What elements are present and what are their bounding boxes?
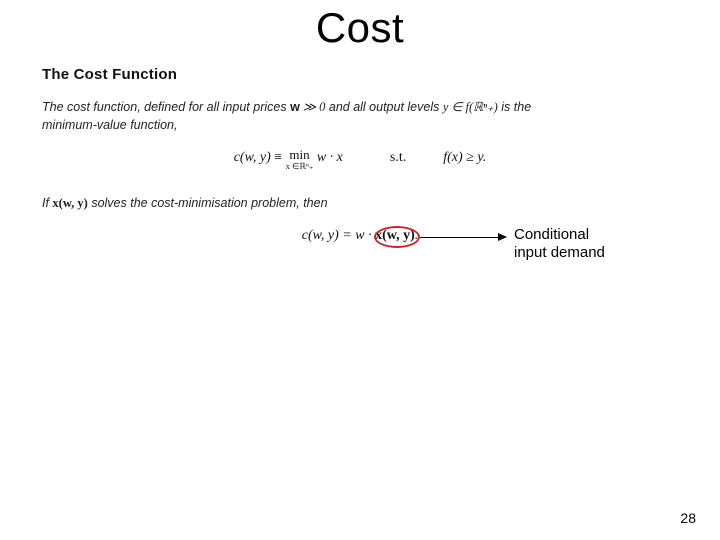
text-fragment: is the — [501, 100, 531, 114]
math-yin: y ∈ f — [443, 100, 469, 114]
math-Rn: (ℝⁿ₊) — [469, 100, 498, 114]
eq-mid: w · x — [317, 150, 343, 165]
arrow-line — [420, 237, 500, 238]
eq2-rhs-a: w · — [355, 228, 375, 243]
text-fragment: If — [42, 196, 52, 210]
eq-st: s.t. — [390, 150, 406, 165]
intro-text-line1: The cost function, defined for all input… — [42, 98, 682, 116]
eq2-rhs-c: . — [415, 228, 419, 243]
equation-cost-solution: c(w, y) = w · x(w, y). — [0, 228, 720, 244]
eq-min: min — [286, 148, 314, 161]
eq-rhs: f(x) ≥ y. — [443, 150, 486, 165]
section-heading: The Cost Function — [42, 66, 177, 83]
page-title: Cost — [0, 4, 720, 52]
intro-text-line2: minimum-value function, — [42, 116, 682, 134]
eq2-lhs: c(w, y) — [302, 228, 339, 243]
slide: Cost The Cost Function The cost function… — [0, 0, 720, 540]
eq-lhs: c(w, y) — [234, 150, 271, 165]
page-number: 28 — [680, 510, 696, 526]
math-xwy: x(w, y) — [52, 196, 87, 210]
eq2-xwy: x(w, y) — [375, 228, 415, 243]
text-fragment: The cost function, defined for all input… — [42, 100, 290, 114]
equation-cost-def: c(w, y) ≡ min x ∈ℝⁿ₊ w · x s.t. f(x) ≥ y… — [0, 150, 720, 173]
arrow-head-icon — [498, 233, 507, 241]
text-fragment: and all output levels — [329, 100, 443, 114]
annotation-label: Conditional input demand — [514, 226, 605, 262]
eq2-eq: = — [342, 228, 351, 243]
text-fragment: solves the cost-minimisation problem, th… — [91, 196, 327, 210]
math-w: w — [290, 100, 300, 114]
annotation-line2: input demand — [514, 244, 605, 261]
math-gg0: ≫ 0 — [300, 100, 326, 114]
eq-min-block: min x ∈ℝⁿ₊ — [286, 148, 314, 171]
eq-equiv: ≡ — [274, 150, 282, 165]
eq-min-sub: x ∈ℝⁿ₊ — [286, 162, 314, 171]
solver-text: If x(w, y) solves the cost-minimisation … — [42, 194, 682, 212]
annotation-line1: Conditional — [514, 226, 589, 243]
